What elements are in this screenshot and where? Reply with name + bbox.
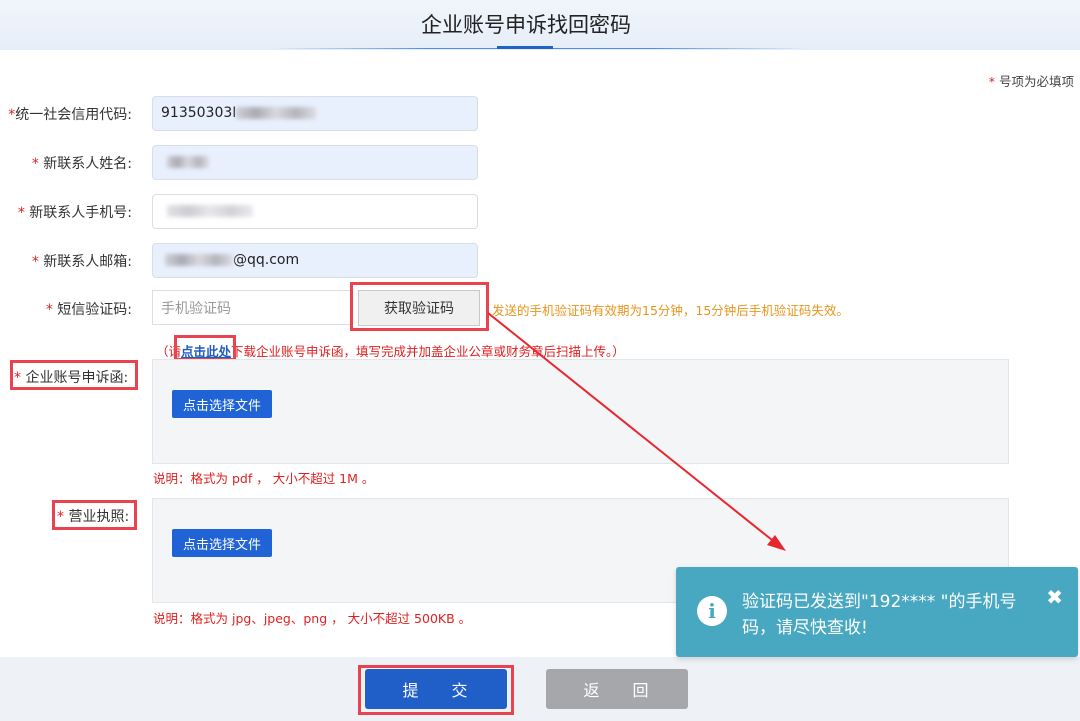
phone-field[interactable] — [152, 194, 478, 229]
page-title: 企业账号申诉找回密码 — [421, 13, 631, 37]
business-license-note: 说明：格式为 jpg、jpeg、png ， 大小不超过 500KB 。 — [153, 611, 472, 626]
name-field[interactable] — [152, 145, 478, 180]
appeal-letter-upload-area[interactable]: 点击选择文件 — [152, 359, 1009, 464]
appeal-letter-label-highlight — [10, 360, 138, 390]
submit-highlight — [358, 665, 514, 715]
back-button[interactable]: 返 回 — [546, 669, 688, 709]
phone-label: * 新联系人手机号: — [17, 205, 132, 221]
page-header: 企业账号申诉找回密码 — [0, 0, 1080, 50]
info-icon: i — [697, 596, 727, 626]
toast-notification: i 验证码已发送到"192**** "的手机号码，请尽快查收! ✖ — [676, 567, 1078, 657]
email-field[interactable]: @qq.com — [152, 243, 478, 278]
download-link-highlight — [174, 335, 236, 361]
credit-code-field[interactable]: 91350303I — [152, 96, 478, 131]
credit-code-label: *统一社会信用代码: — [8, 107, 132, 123]
footer-bar — [0, 657, 1080, 721]
email-label: * 新联系人邮箱: — [31, 254, 132, 270]
sms-code-input[interactable] — [152, 290, 352, 325]
required-note: * 号项为必填项 — [988, 74, 1074, 89]
business-license-label-highlight — [52, 500, 137, 530]
appeal-letter-select-file-button[interactable]: 点击选择文件 — [172, 390, 272, 418]
sms-code-hint: 发送的手机验证码有效期为15分钟，15分钟后手机验证码失效。 — [492, 303, 849, 318]
sms-code-label: * 短信验证码: — [45, 302, 132, 318]
get-code-highlight — [350, 282, 489, 331]
close-icon[interactable]: ✖ — [1046, 585, 1063, 609]
appeal-letter-note: 说明：格式为 pdf ， 大小不超过 1M 。 — [153, 471, 375, 486]
header-active-indicator — [497, 46, 553, 49]
name-label: * 新联系人姓名: — [31, 156, 132, 172]
toast-message: 验证码已发送到"192**** "的手机号码，请尽快查收! — [742, 592, 1017, 638]
business-license-select-file-button[interactable]: 点击选择文件 — [172, 529, 272, 557]
